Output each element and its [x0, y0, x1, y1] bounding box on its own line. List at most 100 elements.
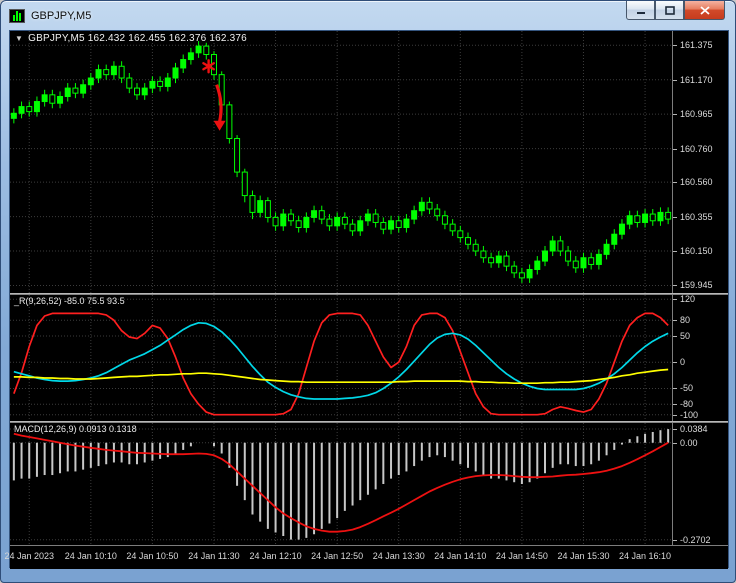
candle-body — [642, 213, 649, 223]
down-arrow-annotation — [213, 120, 226, 131]
macd-label: MACD(12,26,9) 0.0913 0.1318 — [14, 424, 137, 434]
chart-client-area: ▼ GBPJPY,M5 162.432 162.455 162.376 162.… — [4, 30, 729, 569]
candle-body — [534, 260, 541, 270]
candle-body — [164, 77, 171, 87]
oscillator-scale-label: -50 — [680, 383, 694, 394]
candle-body — [26, 106, 33, 113]
axis-tick — [673, 442, 677, 444]
candle-body — [241, 171, 248, 197]
candle-body — [103, 69, 110, 76]
axis-tick — [673, 414, 677, 416]
oscillator-scale-label: 120 — [680, 294, 696, 305]
candle-body — [49, 94, 56, 104]
candle-body — [334, 216, 341, 227]
oscillator-line-slow — [13, 368, 669, 385]
candle-body — [603, 243, 610, 255]
candle-body — [503, 255, 510, 267]
candle-body — [449, 223, 456, 232]
candle-body — [434, 208, 441, 217]
maximize-icon — [664, 5, 675, 15]
minimize-button[interactable] — [626, 1, 655, 20]
price-label: 160.560 — [680, 177, 713, 188]
close-icon — [699, 5, 710, 15]
symbol-ohlc-text: GBPJPY,M5 162.432 162.455 162.376 162.37… — [28, 33, 247, 44]
candle-body — [10, 112, 17, 119]
candle-body — [472, 243, 479, 252]
candle-body — [33, 101, 40, 113]
close-button[interactable] — [684, 1, 725, 20]
quote-line[interactable]: ▼ GBPJPY,M5 162.432 162.455 162.376 162.… — [15, 33, 247, 44]
candle-body — [287, 213, 294, 222]
candle-body — [418, 201, 425, 212]
candle-body — [518, 272, 525, 279]
candle-body — [180, 59, 187, 69]
candle-body — [572, 260, 579, 269]
candle-body — [141, 87, 148, 96]
axis-tick — [673, 539, 677, 541]
axis-tick — [673, 148, 677, 150]
candle-body — [657, 211, 664, 222]
axis-tick — [673, 320, 677, 322]
oscillator-label: _R(9,26,52) -85.0 75.5 93.5 — [14, 296, 125, 306]
oscillator-scale-label: 0 — [680, 357, 686, 368]
candle-body — [272, 216, 279, 227]
titlebar[interactable]: GBPJPY,M5 — [1, 1, 735, 30]
macd-panel[interactable]: MACD(12,26,9) 0.0913 0.1318 0.0384 0.00 -0… — [10, 423, 728, 545]
time-axis[interactable]: 24 Jan 2023 24 Jan 10:10 24 Jan 10:50 24 Ja… — [4, 545, 728, 569]
axis-tick — [673, 114, 677, 116]
price-label: 161.375 — [680, 40, 713, 51]
axis-tick — [673, 299, 677, 301]
candle-body — [618, 223, 625, 235]
axis-tick — [673, 251, 677, 252]
candle-body — [357, 220, 364, 232]
price-chart-panel[interactable]: ▼ GBPJPY,M5 162.432 162.455 162.376 162.… — [10, 31, 728, 293]
candle-body — [426, 201, 433, 210]
oscillator-scale-label: -100 — [680, 409, 699, 420]
candle-body — [203, 45, 210, 56]
candle-body — [526, 268, 533, 279]
axis-tick — [673, 404, 677, 406]
candle-body — [403, 218, 410, 229]
chart-window: GBPJPY,M5 ▼ GBPJPY,M5 162.432 162.455 16… — [0, 0, 736, 583]
macd-axis[interactable]: 0.0384 0.00 -0.2702 — [672, 423, 728, 545]
candle-body — [511, 265, 518, 274]
oscillator-axis[interactable]: 120 80 50 0 -50 -80 -100 — [672, 294, 728, 421]
time-label: 24 Jan 16:10 — [619, 551, 672, 561]
candle-body — [541, 250, 548, 262]
candle-body — [157, 80, 164, 87]
oscillator-scale-label: 50 — [680, 330, 691, 341]
maximize-button[interactable] — [655, 1, 684, 20]
collapse-arrow-icon[interactable]: ▼ — [15, 34, 23, 43]
axis-tick — [673, 388, 677, 390]
macd-scale-label: -0.2702 — [680, 534, 711, 545]
macd-scale-label: 0.00 — [680, 437, 698, 448]
candle-body — [665, 211, 672, 220]
candle-body — [280, 213, 287, 227]
oscillator-scale-label: -80 — [680, 399, 694, 410]
price-axis[interactable]: 161.375 161.170 160.965 160.760 160.560 160.3… — [672, 31, 728, 293]
price-chart-canvas — [10, 31, 672, 293]
axis-tick — [673, 428, 677, 430]
candle-body — [257, 200, 264, 213]
candle-body — [64, 87, 71, 98]
candle-body — [411, 210, 418, 220]
candle-body — [557, 240, 564, 252]
candle-body — [226, 104, 233, 139]
candle-body — [18, 106, 25, 114]
price-label: 161.170 — [680, 74, 713, 85]
window-controls — [626, 1, 725, 20]
candle-body — [134, 87, 141, 96]
candle-body — [126, 77, 133, 89]
candle-body — [580, 257, 587, 269]
candle-body — [634, 215, 641, 223]
axis-tick — [673, 45, 677, 47]
candle-body — [110, 65, 117, 76]
macd-canvas — [10, 423, 672, 545]
candle-body — [118, 65, 125, 79]
candle-body — [349, 223, 356, 232]
axis-tick — [673, 79, 677, 81]
oscillator-line-medium — [13, 321, 669, 400]
candle-body — [595, 253, 602, 265]
candle-body — [234, 137, 241, 173]
oscillator-panel[interactable]: _R(9,26,52) -85.0 75.5 93.5 120 80 50 0 -50 -… — [10, 294, 728, 421]
